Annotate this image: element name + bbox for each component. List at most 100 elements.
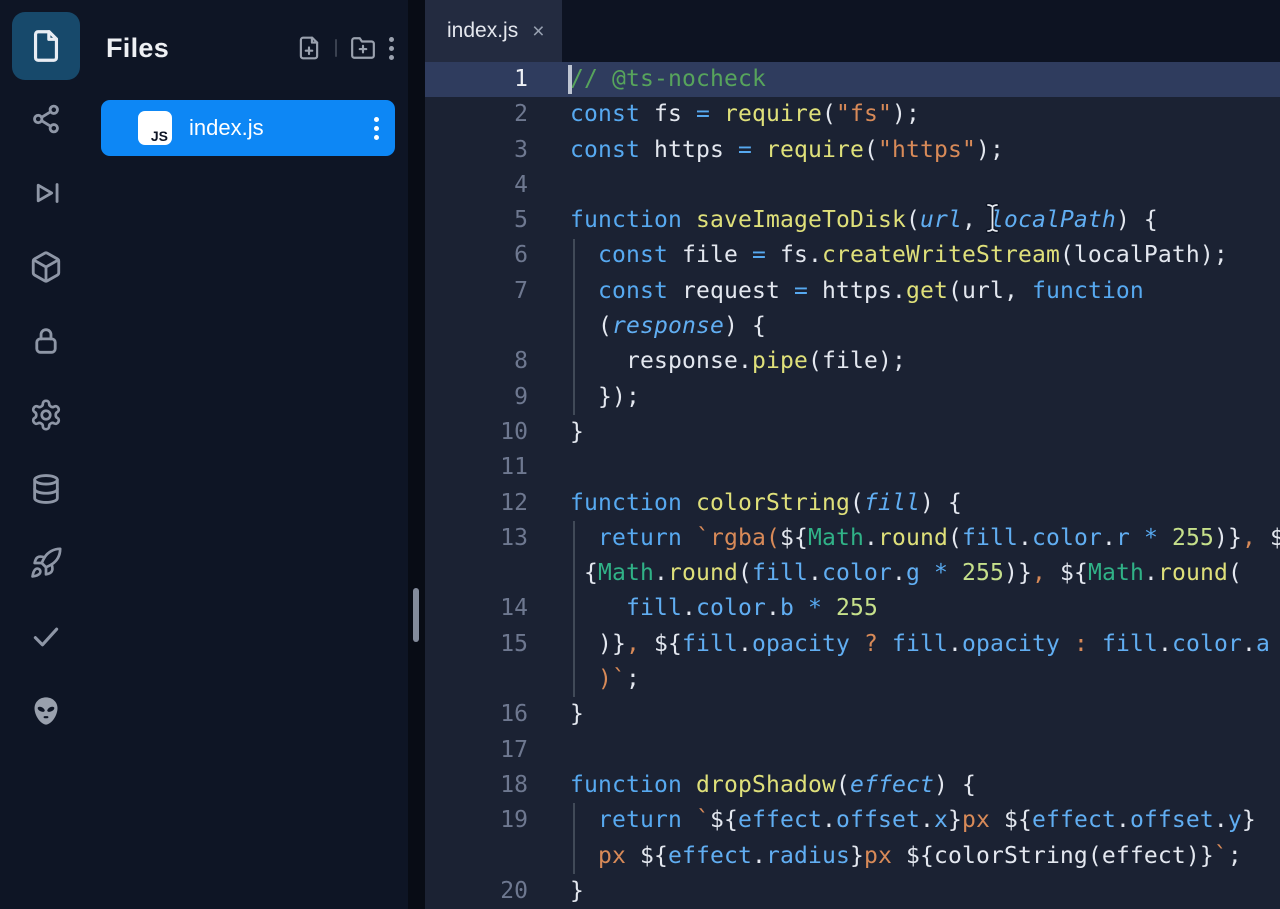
line-number: 14 (425, 591, 570, 626)
code-text: // @ts-nocheck (570, 62, 1280, 97)
code-text: const https = require("https"); (570, 133, 1280, 168)
code-line[interactable]: 2const fs = require("fs"); (425, 97, 1280, 132)
line-number (425, 839, 570, 874)
files-panel: Files JS index.js (92, 0, 408, 909)
code-text: function dropShadow(effect) { (570, 768, 1280, 803)
file-row-label: index.js (189, 115, 264, 141)
tab-indexjs[interactable]: index.js × (425, 0, 562, 62)
code-text: {Math.round(fill.color.g * 255)}, ${Math… (570, 556, 1280, 591)
indent-guide (573, 521, 575, 698)
line-number: 19 (425, 803, 570, 838)
code-line[interactable]: 12function colorString(fill) { (425, 486, 1280, 521)
code-rows: 1// @ts-nocheck2const fs = require("fs")… (425, 62, 1280, 909)
line-number: 17 (425, 733, 570, 768)
code-line[interactable]: 17 (425, 733, 1280, 768)
code-line[interactable]: px ${effect.radius}px ${colorString(effe… (425, 839, 1280, 874)
file-row-menu-icon[interactable] (374, 117, 379, 140)
editor: index.js × 1// @ts-nocheck2const fs = re… (425, 0, 1280, 909)
code-line[interactable]: 7 const request = https.get(url, functio… (425, 274, 1280, 309)
code-line[interactable]: 14 fill.color.b * 255 (425, 591, 1280, 626)
workflows-run-icon[interactable] (29, 176, 63, 210)
text-caret (568, 65, 572, 94)
code-line[interactable]: 9 }); (425, 380, 1280, 415)
add-file-icon[interactable] (296, 35, 322, 61)
code-line[interactable]: 3const https = require("https"); (425, 133, 1280, 168)
line-number: 3 (425, 133, 570, 168)
packages-icon[interactable] (29, 250, 63, 284)
code-text: const request = https.get(url, function (570, 274, 1280, 309)
line-number: 18 (425, 768, 570, 803)
database-icon[interactable] (29, 472, 63, 506)
code-line[interactable]: 6 const file = fs.createWriteStream(loca… (425, 238, 1280, 273)
line-number: 1 (425, 62, 570, 97)
code-line[interactable]: {Math.round(fill.color.g * 255)}, ${Math… (425, 556, 1280, 591)
line-number: 15 (425, 627, 570, 662)
line-number: 4 (425, 168, 570, 203)
code-text: } (570, 697, 1280, 732)
code-text: const fs = require("fs"); (570, 97, 1280, 132)
line-number: 7 (425, 274, 570, 309)
line-number (425, 309, 570, 344)
code-text: } (570, 874, 1280, 909)
files-menu-icon[interactable] (389, 37, 394, 60)
code-line[interactable]: (response) { (425, 309, 1280, 344)
line-number: 10 (425, 415, 570, 450)
code-text: )`; (570, 662, 1280, 697)
code-line[interactable]: 1// @ts-nocheck (425, 62, 1280, 97)
panel-resize-handle[interactable] (413, 588, 419, 642)
code-line[interactable]: 11 (425, 450, 1280, 485)
header-divider (335, 39, 337, 57)
code-text: } (570, 415, 1280, 450)
code-line[interactable]: 19 return `${effect.offset.x}px ${effect… (425, 803, 1280, 838)
indent-guide (573, 239, 575, 416)
line-number: 16 (425, 697, 570, 732)
tool-rail (0, 0, 92, 909)
code-line[interactable]: 8 response.pipe(file); (425, 344, 1280, 379)
code-text: const file = fs.createWriteStream(localP… (570, 238, 1280, 273)
add-folder-icon[interactable] (350, 35, 376, 61)
line-number: 12 (425, 486, 570, 521)
code-line[interactable]: 5function saveImageToDisk(url, localPath… (425, 203, 1280, 238)
code-line[interactable]: 10} (425, 415, 1280, 450)
tab-bar: index.js × (425, 0, 1280, 62)
extensions-alien-icon[interactable] (29, 694, 63, 728)
sidebar-item-files[interactable] (12, 12, 80, 80)
code-text (570, 450, 1280, 485)
code-text: }); (570, 380, 1280, 415)
file-icon (27, 27, 65, 65)
version-control-icon[interactable] (29, 102, 63, 136)
code-line[interactable]: 15 )}, ${fill.opacity ? fill.opacity : f… (425, 627, 1280, 662)
line-number (425, 662, 570, 697)
deploy-rocket-icon[interactable] (29, 546, 63, 580)
code-text: fill.color.b * 255 (570, 591, 1280, 626)
line-number: 2 (425, 97, 570, 132)
code-area[interactable]: 1// @ts-nocheck2const fs = require("fs")… (425, 62, 1280, 909)
code-line[interactable]: 4 (425, 168, 1280, 203)
files-panel-title: Files (106, 33, 169, 64)
code-text: (response) { (570, 309, 1280, 344)
line-number: 8 (425, 344, 570, 379)
code-text: )}, ${fill.opacity ? fill.opacity : fill… (570, 627, 1280, 662)
line-number: 20 (425, 874, 570, 909)
code-line[interactable]: 13 return `rgba(${Math.round(fill.color.… (425, 521, 1280, 556)
file-row-indexjs[interactable]: JS index.js (101, 100, 395, 156)
code-text: function saveImageToDisk(url, localPath)… (570, 203, 1280, 238)
line-number: 9 (425, 380, 570, 415)
code-line[interactable]: 20} (425, 874, 1280, 909)
tab-close-icon[interactable]: × (532, 21, 544, 42)
code-text: response.pipe(file); (570, 344, 1280, 379)
code-text: function colorString(fill) { (570, 486, 1280, 521)
ibeam-cursor (985, 202, 1001, 234)
panel-resize-divider[interactable] (408, 0, 425, 909)
checks-icon[interactable] (29, 620, 63, 654)
line-number: 13 (425, 521, 570, 556)
code-line[interactable]: 18function dropShadow(effect) { (425, 768, 1280, 803)
code-line[interactable]: )`; (425, 662, 1280, 697)
secrets-lock-icon[interactable] (29, 324, 63, 358)
code-text: px ${effect.radius}px ${colorString(effe… (570, 839, 1280, 874)
line-number: 6 (425, 238, 570, 273)
line-number (425, 556, 570, 591)
code-line[interactable]: 16} (425, 697, 1280, 732)
settings-gear-icon[interactable] (29, 398, 63, 432)
line-number: 11 (425, 450, 570, 485)
